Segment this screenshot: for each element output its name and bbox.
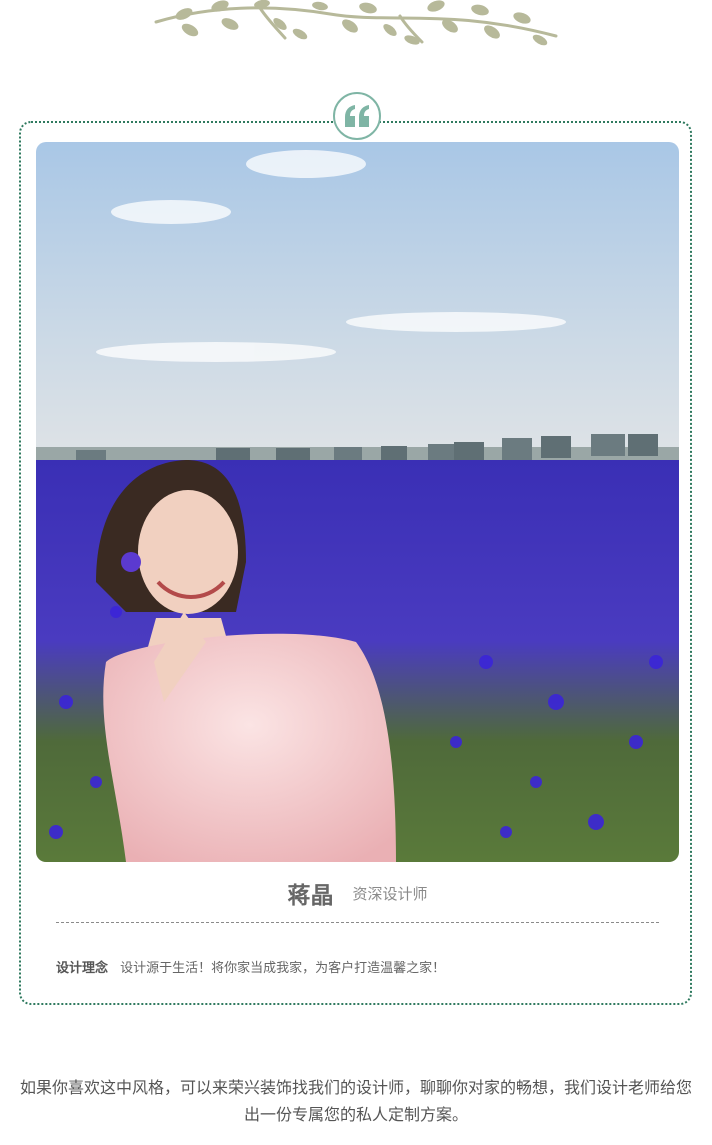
footer-text: 如果你喜欢这中风格，可以来荣兴装饰找我们的设计师，聊聊你对家的畅想，我们设计老师… xyxy=(19,1078,692,1124)
designer-name-row: 蒋晶 资深设计师 xyxy=(36,876,679,910)
concept-label: 设计理念 xyxy=(56,961,109,976)
divider xyxy=(56,922,659,923)
vine-decoration-icon xyxy=(154,0,558,46)
concept-text: 设计源于生活！将你家当成我家，为客户打造温馨之家！ xyxy=(120,961,446,976)
designer-title: 资深设计师 xyxy=(352,884,428,903)
designer-name: 蒋晶 xyxy=(287,883,334,909)
design-concept: 设计理念 设计源于生活！将你家当成我家，为客户打造温馨之家！ xyxy=(56,957,659,976)
designer-photo xyxy=(36,142,679,862)
quote-icon xyxy=(345,105,369,127)
quote-badge xyxy=(333,92,381,140)
